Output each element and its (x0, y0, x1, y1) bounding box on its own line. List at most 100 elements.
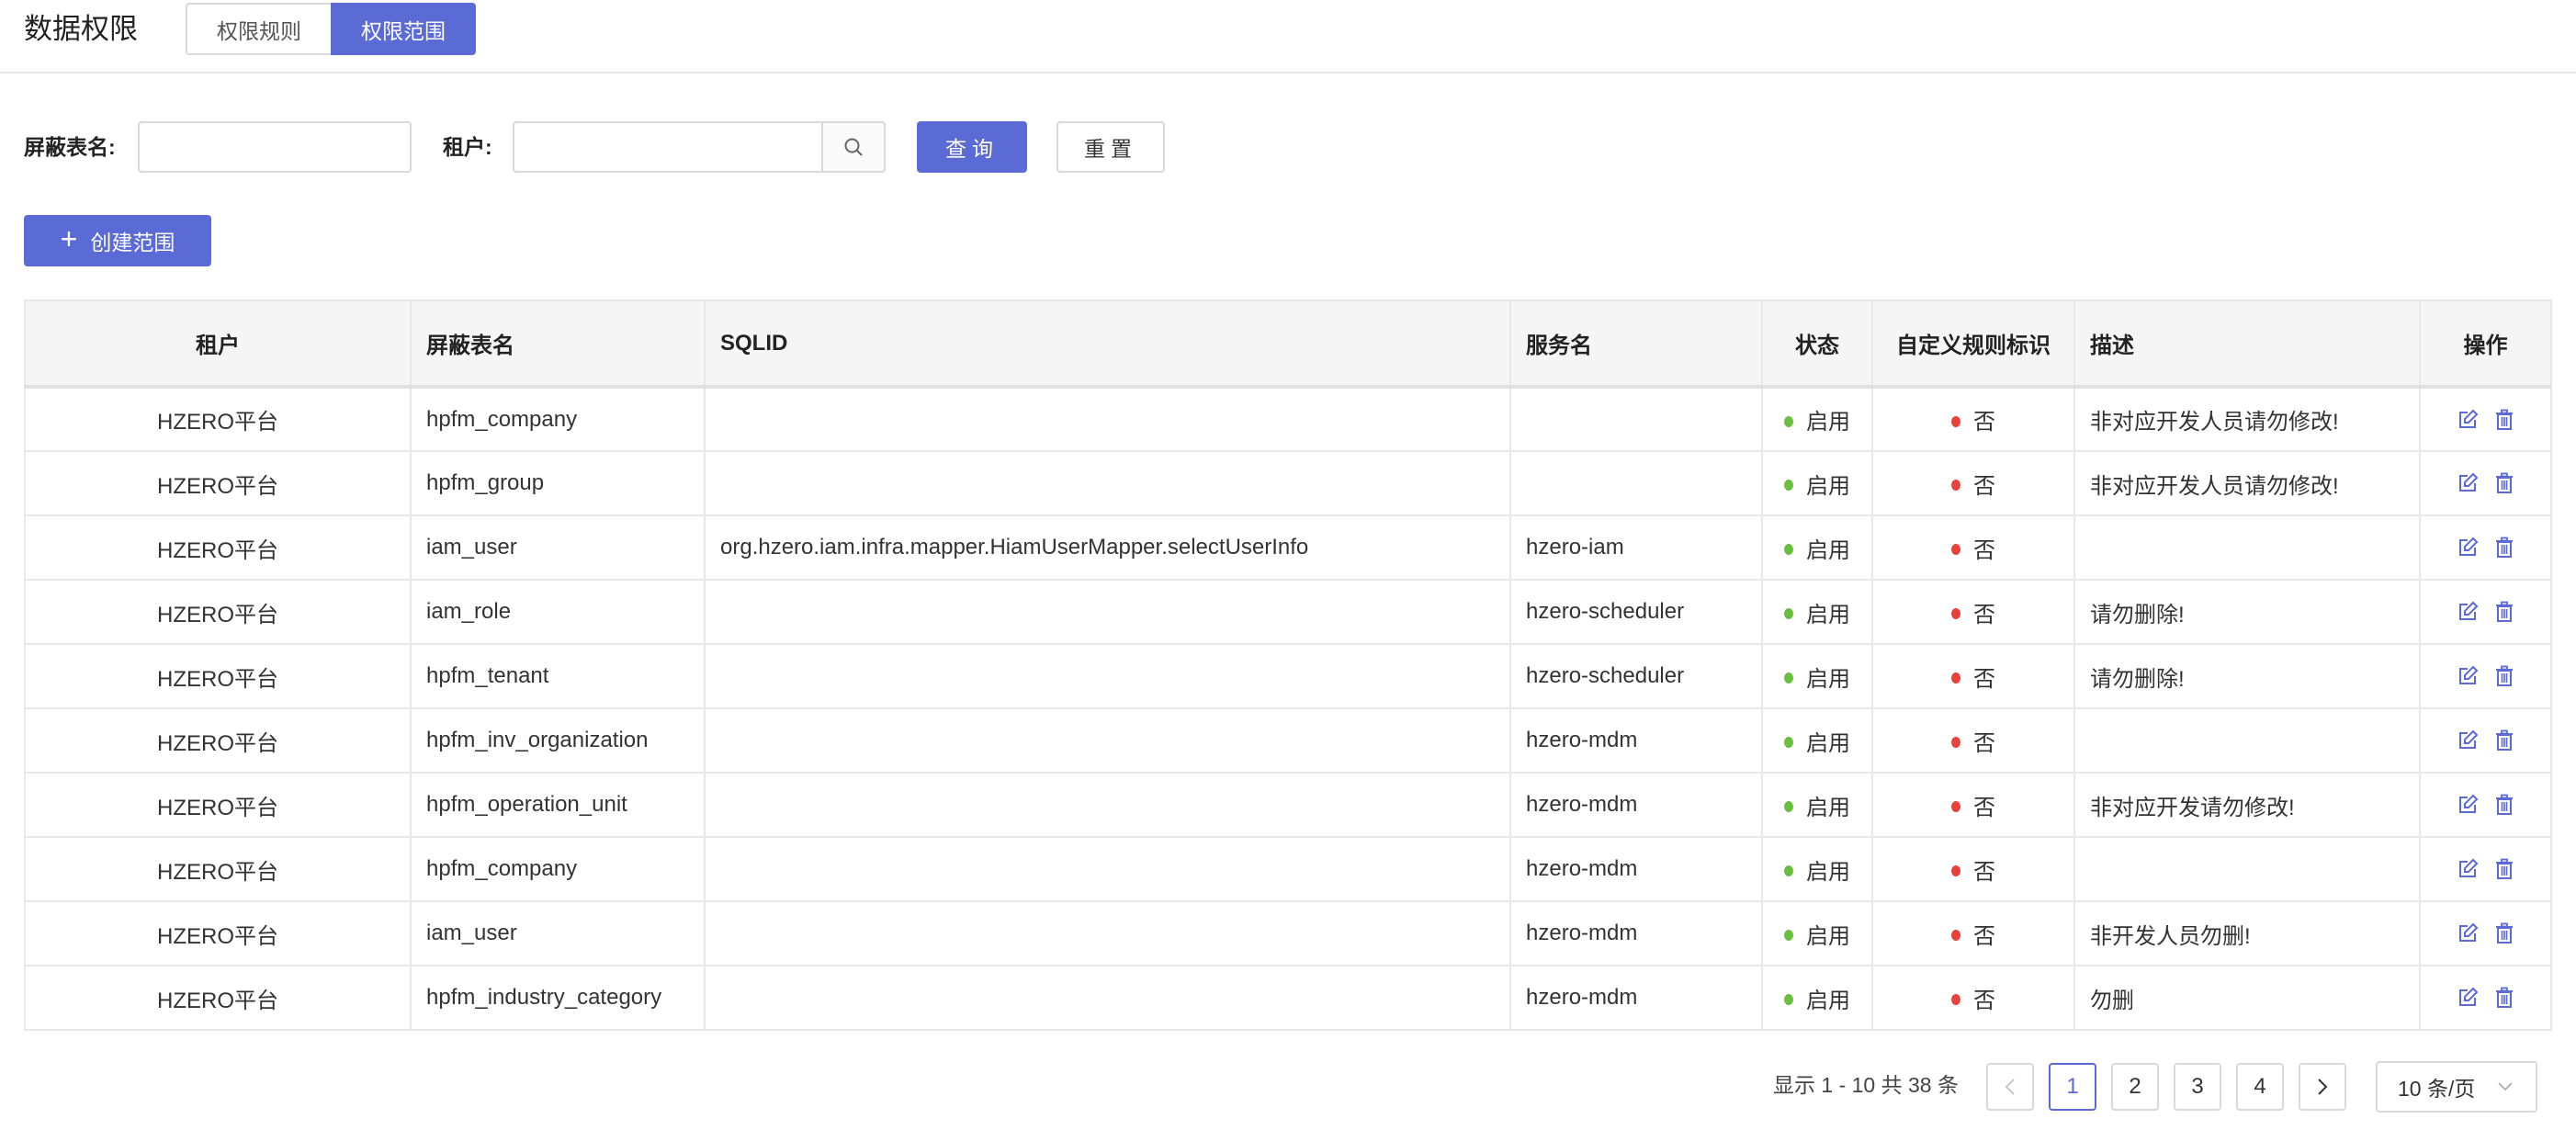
page-button-2[interactable]: 2 (2111, 1063, 2159, 1111)
cell-tenant: HZERO平台 (24, 514, 412, 581)
table-row[interactable]: HZERO平台 hpfm_group 启用 否 非对应开发人员请勿修改! (24, 450, 2552, 516)
cell-sqlid: org.hzero.iam.infra.mapper.HiamUserMappe… (704, 514, 1511, 581)
table-row[interactable]: HZERO平台 hpfm_industry_category hzero-mdm 启用… (24, 965, 2552, 1031)
custom-rule-text: 否 (1973, 473, 1995, 499)
cell-status: 启用 (1761, 965, 1873, 1031)
edit-icon[interactable] (2457, 409, 2479, 431)
cell-actions (2419, 514, 2552, 581)
custom-rule-text: 否 (1973, 410, 1995, 435)
custom-rule-dot-icon (1951, 930, 1960, 942)
cell-tenant: HZERO平台 (24, 965, 412, 1031)
column-header-table-name[interactable]: 屏蔽表名 (410, 299, 706, 389)
delete-icon[interactable] (2493, 472, 2515, 494)
edit-icon[interactable] (2457, 601, 2479, 623)
cell-service (1509, 450, 1763, 516)
cell-custom-rule: 否 (1871, 900, 2075, 966)
cell-custom-rule: 否 (1871, 772, 2075, 838)
custom-rule-dot-icon (1951, 737, 1960, 749)
create-scope-button[interactable]: + 创建范围 (24, 215, 211, 266)
edit-icon[interactable] (2457, 794, 2479, 816)
custom-rule-dot-icon (1951, 801, 1960, 813)
edit-icon[interactable] (2457, 472, 2479, 494)
column-header-description[interactable]: 描述 (2073, 299, 2421, 389)
status-dot-icon (1784, 801, 1793, 813)
next-page-button[interactable] (2299, 1063, 2346, 1111)
table-row[interactable]: HZERO平台 iam_role hzero-scheduler 启用 否 请勿删除! (24, 579, 2552, 645)
cell-tenant: HZERO平台 (24, 643, 412, 709)
cell-actions (2419, 965, 2552, 1031)
cell-table-name: hpfm_industry_category (410, 965, 706, 1031)
cell-tenant: HZERO平台 (24, 900, 412, 966)
page-header: 数据权限 权限规则 权限范围 (0, 0, 2576, 73)
delete-icon[interactable] (2493, 922, 2515, 944)
search-icon (844, 138, 863, 156)
table-row[interactable]: HZERO平台 iam_user org.hzero.iam.infra.mappe… (24, 514, 2552, 581)
cell-description (2073, 707, 2421, 774)
page-button-4[interactable]: 4 (2236, 1063, 2284, 1111)
cell-sqlid (704, 450, 1511, 516)
cell-sqlid (704, 772, 1511, 838)
delete-icon[interactable] (2493, 729, 2515, 751)
status-text: 启用 (1806, 859, 1850, 885)
table-row[interactable]: HZERO平台 hpfm_tenant hzero-scheduler 启用 否 请勿删除… (24, 643, 2552, 709)
cell-tenant: HZERO平台 (24, 450, 412, 516)
page-button-1[interactable]: 1 (2049, 1063, 2096, 1111)
chevron-down-icon (2498, 1082, 2513, 1091)
delete-icon[interactable] (2493, 987, 2515, 1009)
cell-description (2073, 514, 2421, 581)
cell-tenant: HZERO平台 (24, 836, 412, 902)
page-title: 数据权限 (24, 13, 138, 45)
page-size-select[interactable]: 10 条/页 (2376, 1061, 2537, 1113)
custom-rule-dot-icon (1951, 544, 1960, 556)
cell-service: hzero-mdm (1509, 965, 1763, 1031)
edit-icon[interactable] (2457, 858, 2479, 880)
cell-service: hzero-iam (1509, 514, 1763, 581)
table-name-input[interactable] (138, 121, 412, 173)
table-row[interactable]: HZERO平台 hpfm_inv_organization hzero-mdm 启用 否 (24, 707, 2552, 774)
delete-icon[interactable] (2493, 665, 2515, 687)
tab-permission-rules[interactable]: 权限规则 (186, 3, 331, 55)
cell-tenant: HZERO平台 (24, 579, 412, 645)
column-header-custom-rule[interactable]: 自定义规则标识 (1871, 299, 2075, 389)
query-button[interactable]: 查询 (917, 121, 1027, 173)
custom-rule-text: 否 (1973, 988, 1995, 1013)
tenant-input[interactable] (513, 121, 825, 173)
edit-icon[interactable] (2457, 987, 2479, 1009)
table-row[interactable]: HZERO平台 hpfm_company hzero-mdm 启用 否 (24, 836, 2552, 902)
column-header-status[interactable]: 状态 (1761, 299, 1873, 389)
edit-icon[interactable] (2457, 729, 2479, 751)
delete-icon[interactable] (2493, 537, 2515, 559)
table-row[interactable]: HZERO平台 hpfm_operation_unit hzero-mdm 启用 否 非对… (24, 772, 2552, 838)
cell-status: 启用 (1761, 836, 1873, 902)
prev-page-button[interactable] (1986, 1063, 2034, 1111)
table-row[interactable]: HZERO平台 iam_user hzero-mdm 启用 否 非开发人员勿删! (24, 900, 2552, 966)
delete-icon[interactable] (2493, 858, 2515, 880)
edit-icon[interactable] (2457, 922, 2479, 944)
create-scope-label: 创建范围 (90, 231, 175, 254)
column-header-tenant[interactable]: 租户 (24, 299, 412, 389)
status-text: 启用 (1806, 988, 1850, 1013)
delete-icon[interactable] (2493, 601, 2515, 623)
cell-actions (2419, 579, 2552, 645)
cell-description: 勿删 (2073, 965, 2421, 1031)
column-header-service[interactable]: 服务名 (1509, 299, 1763, 389)
cell-actions (2419, 772, 2552, 838)
cell-table-name: iam_role (410, 579, 706, 645)
tab-permission-scope[interactable]: 权限范围 (331, 3, 476, 55)
cell-service (1509, 386, 1763, 452)
reset-button[interactable]: 重置 (1056, 121, 1165, 173)
edit-icon[interactable] (2457, 537, 2479, 559)
tenant-search-button[interactable] (821, 121, 886, 173)
table-row[interactable]: HZERO平台 hpfm_company 启用 否 非对应开发人员请勿修改! (24, 386, 2552, 452)
column-header-sqlid[interactable]: SQLID (704, 299, 1511, 389)
delete-icon[interactable] (2493, 409, 2515, 431)
status-dot-icon (1784, 930, 1793, 942)
cell-status: 启用 (1761, 450, 1873, 516)
delete-icon[interactable] (2493, 794, 2515, 816)
edit-icon[interactable] (2457, 665, 2479, 687)
cell-service: hzero-scheduler (1509, 643, 1763, 709)
cell-description: 请勿删除! (2073, 643, 2421, 709)
cell-description: 非开发人员勿删! (2073, 900, 2421, 966)
page-button-3[interactable]: 3 (2174, 1063, 2221, 1111)
plus-icon: + (60, 222, 78, 255)
